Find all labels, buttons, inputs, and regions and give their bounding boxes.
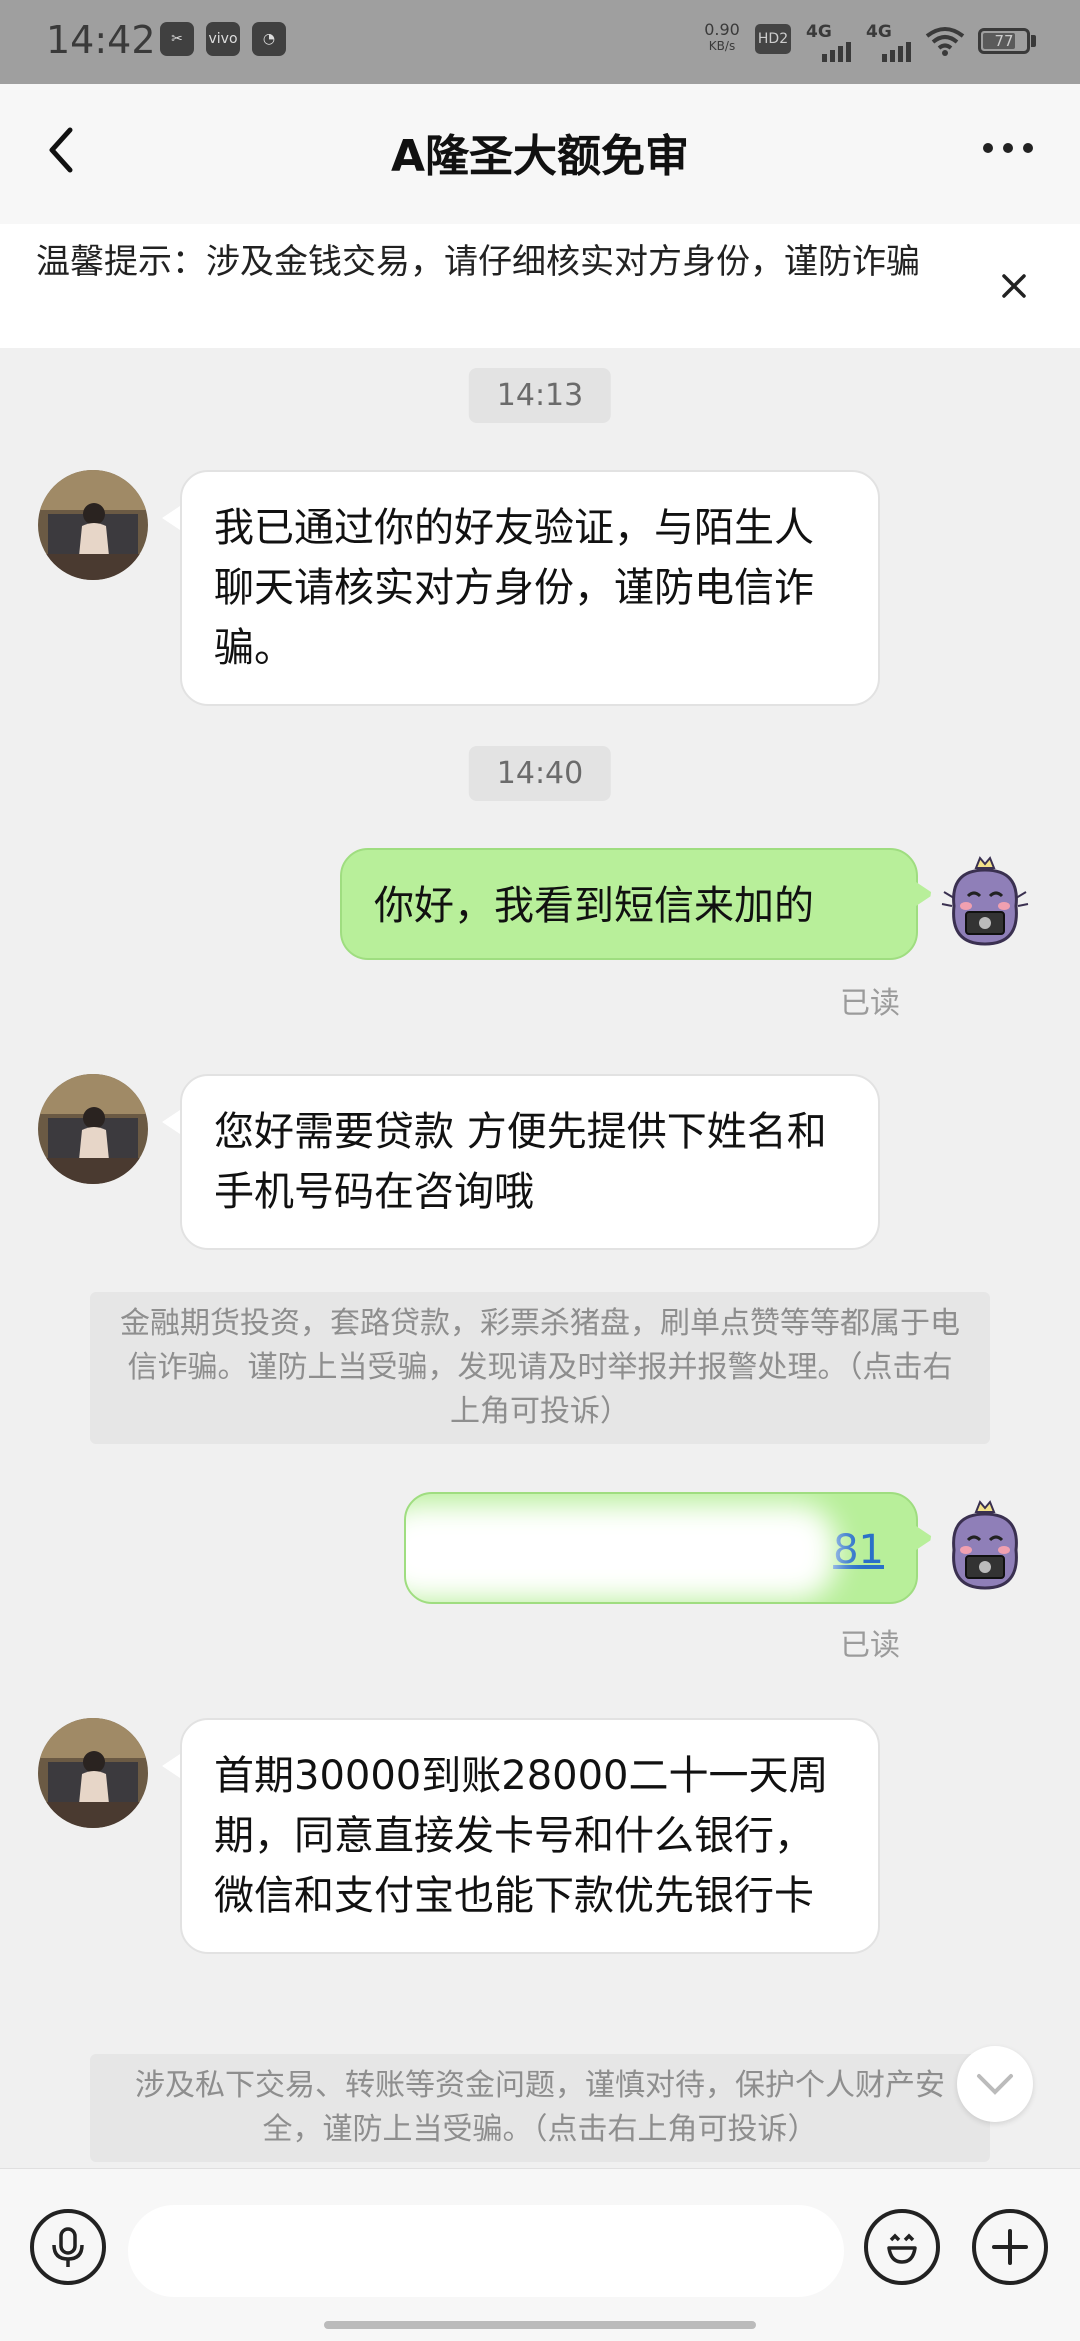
status-bar: 14:42 ✂ vivo ◔ 0.90 KB/s HD2 4G 4G 77	[0, 0, 1080, 84]
hd-badge: HD2	[755, 24, 791, 54]
voice-button[interactable]	[30, 2209, 106, 2285]
scroll-to-bottom-button[interactable]	[957, 2046, 1033, 2122]
fraud-warning-banner: 温馨提示：涉及金钱交易，请仔细核实对方身份，谨防诈骗	[0, 224, 1080, 348]
incoming-message[interactable]: 首期30000到账28000二十一天周期，同意直接发卡号和什么银行，微信和支付宝…	[180, 1718, 880, 1954]
redacted-phone-tail: 81	[833, 1527, 884, 1573]
microphone-icon	[52, 2227, 84, 2267]
bubble-tail	[162, 506, 180, 530]
signal-sim1-icon: 4G	[806, 22, 856, 62]
chat-title: A隆圣大额免审	[390, 131, 690, 182]
net-speed-unit: KB/s	[708, 39, 736, 53]
battery-level: 77	[994, 32, 1014, 50]
outgoing-message[interactable]: 你好，我看到短信来加的	[340, 848, 918, 960]
close-icon[interactable]	[994, 266, 1034, 306]
system-fraud-notice[interactable]: 金融期货投资，套路贷款，彩票杀猪盘，刷单点赞等等都属于电信诈骗。谨防上当受骗，发…	[90, 1292, 990, 1444]
sim2-label: 4G	[866, 22, 892, 42]
wifi-icon	[925, 27, 965, 56]
home-indicator[interactable]	[324, 2321, 756, 2329]
status-time: 14:42	[46, 18, 156, 62]
scissors-icon: ✂	[160, 22, 194, 56]
my-avatar[interactable]	[930, 848, 1040, 958]
read-receipt: 已读	[840, 986, 900, 1021]
composer-bar	[0, 2168, 1080, 2341]
fraud-warning-text: 温馨提示：涉及金钱交易，请仔细核实对方身份，谨防诈骗	[36, 242, 920, 282]
message-list[interactable]: 14:13 我已通过你的好友验证，与陌生人聊天请核实对方身份，谨防电信诈骗。 1…	[0, 348, 1080, 2168]
redaction-scribble	[406, 1504, 836, 1600]
vivo-icon: vivo	[206, 22, 240, 56]
timestamp: 14:13	[468, 368, 612, 423]
app-icon: ◔	[252, 22, 286, 56]
chevron-down-icon	[977, 2074, 1013, 2095]
system-fraud-notice[interactable]: 涉及私下交易、转账等资金问题，谨慎对待，保护个人财产安全，谨防上当受骗。（点击右…	[90, 2054, 990, 2162]
battery-nub	[1031, 35, 1036, 47]
signal-sim2-icon: 4G	[866, 22, 916, 62]
more-options-button[interactable]	[972, 128, 1044, 168]
incoming-message[interactable]: 您好需要贷款 方便先提供下姓名和手机号码在咨询哦	[180, 1074, 880, 1250]
back-icon[interactable]	[36, 120, 96, 180]
my-avatar[interactable]	[930, 1492, 1040, 1602]
plus-icon	[992, 2229, 1028, 2265]
bubble-tail	[162, 1110, 180, 1134]
bubble-tail	[162, 1754, 180, 1778]
emoji-button[interactable]	[864, 2209, 940, 2285]
battery-icon: 77	[978, 28, 1030, 54]
dot-icon	[1003, 143, 1013, 153]
message-input[interactable]	[128, 2205, 844, 2297]
emoji-icon	[887, 2233, 917, 2264]
outgoing-message-redacted[interactable]: 81	[404, 1492, 918, 1604]
contact-avatar[interactable]	[38, 470, 148, 580]
add-attachment-button[interactable]	[972, 2209, 1048, 2285]
read-receipt: 已读	[840, 1628, 900, 1663]
net-speed-value: 0.90	[704, 20, 740, 39]
contact-avatar[interactable]	[38, 1074, 148, 1184]
chat-header: A隆圣大额免审	[0, 84, 1080, 224]
dot-icon	[983, 143, 993, 153]
dot-icon	[1023, 143, 1033, 153]
timestamp: 14:40	[468, 746, 612, 801]
incoming-message[interactable]: 我已通过你的好友验证，与陌生人聊天请核实对方身份，谨防电信诈骗。	[180, 470, 880, 706]
status-notification-icons: ✂ vivo ◔	[160, 22, 286, 56]
sim1-label: 4G	[806, 22, 832, 42]
contact-avatar[interactable]	[38, 1718, 148, 1828]
net-speed: 0.90 KB/s	[702, 22, 742, 54]
